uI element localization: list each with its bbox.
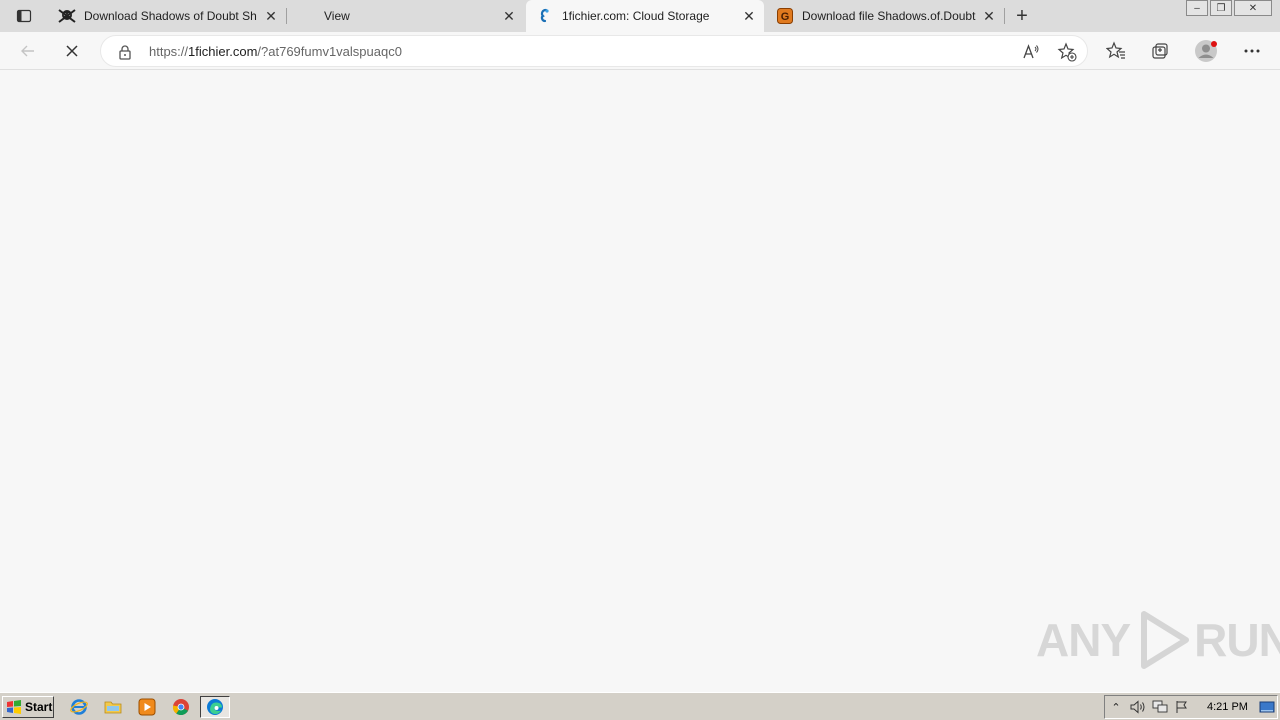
tab-title: 1fichier.com: Cloud Storage — [562, 9, 710, 23]
svg-text:G: G — [781, 11, 790, 23]
clock[interactable]: 4:21 PM — [1207, 701, 1248, 713]
orange-site-icon: G — [776, 7, 794, 25]
tab-title: Download Shadows of Doubt Sh — [84, 9, 257, 23]
minimize-button[interactable]: ‒ — [1186, 0, 1208, 16]
anyrun-watermark: ANY RUN — [1036, 610, 1280, 670]
tab-shadows-download[interactable]: Download Shadows of Doubt Sh ✕ — [48, 0, 286, 32]
favorites-icon[interactable] — [1102, 37, 1130, 65]
skull-icon — [58, 7, 76, 25]
tab-close-icon[interactable]: ✕ — [260, 5, 282, 27]
media-player-icon[interactable] — [134, 696, 160, 718]
folder-icon[interactable] — [100, 696, 126, 718]
network-icon[interactable] — [1149, 697, 1171, 717]
system-tray: ⌃ 4:21 PM — [1104, 695, 1278, 719]
tab-divider — [286, 8, 287, 24]
lock-icon[interactable] — [117, 44, 133, 60]
blank-page-icon — [298, 7, 316, 25]
action-center-flag-icon[interactable] — [1171, 697, 1193, 717]
tab-close-icon[interactable]: ✕ — [738, 5, 760, 27]
read-aloud-icon[interactable] — [1019, 40, 1043, 64]
more-menu-icon[interactable] — [1238, 37, 1266, 65]
ie-icon[interactable] — [66, 696, 92, 718]
edge-icon[interactable] — [200, 696, 230, 718]
close-window-button[interactable]: ✕ — [1234, 0, 1272, 16]
url-path: /?at769fumv1valspuaqc0 — [257, 44, 402, 59]
taskbar: Start ⌃ 4:21 PM — [0, 692, 1280, 720]
tab-shadows-file[interactable]: G Download file Shadows.of.Doubt ✕ — [766, 0, 1004, 32]
watermark-play-icon — [1141, 611, 1190, 669]
tab-actions-icon[interactable] — [10, 6, 38, 26]
url-host: 1fichier.com — [188, 44, 258, 59]
start-label: Start — [25, 700, 53, 714]
browser-toolbar: https://1fichier.com/?at769fumv1valspuaq… — [0, 32, 1280, 70]
1fichier-icon — [536, 7, 554, 25]
address-bar[interactable]: https://1fichier.com/?at769fumv1valspuaq… — [100, 35, 1088, 67]
show-desktop-icon[interactable] — [1259, 700, 1275, 714]
tab-title: View — [324, 9, 350, 23]
profile-avatar[interactable] — [1192, 37, 1220, 65]
add-favorite-icon[interactable] — [1055, 40, 1079, 64]
tab-divider — [1004, 8, 1005, 24]
tab-title: Download file Shadows.of.Doubt — [802, 9, 976, 23]
tab-close-icon[interactable]: ✕ — [498, 5, 520, 27]
url-text: https://1fichier.com/?at769fumv1valspuaq… — [149, 44, 402, 59]
window-controls: ‒ ❐ ✕ — [1186, 0, 1272, 16]
start-button[interactable]: Start — [2, 696, 54, 718]
new-tab-button[interactable]: + — [1010, 4, 1034, 28]
collections-icon[interactable] — [1146, 37, 1174, 65]
back-button[interactable] — [14, 37, 42, 65]
tab-strip: Download Shadows of Doubt Sh ✕ View ✕ 1f… — [0, 0, 1280, 32]
restore-button[interactable]: ❐ — [1210, 0, 1232, 16]
tab-close-icon[interactable]: ✕ — [978, 5, 1000, 27]
page-content — [0, 71, 1280, 692]
windows-logo-icon — [7, 700, 21, 714]
volume-icon[interactable] — [1127, 697, 1149, 717]
chrome-icon[interactable] — [168, 696, 194, 718]
stop-loading-button[interactable] — [58, 37, 86, 65]
watermark-right-text: RUN — [1194, 614, 1280, 666]
url-scheme: https:// — [149, 44, 189, 59]
tray-expand-icon[interactable]: ⌃ — [1105, 697, 1127, 717]
tab-view[interactable]: View ✕ — [288, 0, 524, 32]
watermark-left-text: ANY — [1036, 614, 1131, 666]
tab-1fichier[interactable]: 1fichier.com: Cloud Storage ✕ — [526, 0, 764, 32]
